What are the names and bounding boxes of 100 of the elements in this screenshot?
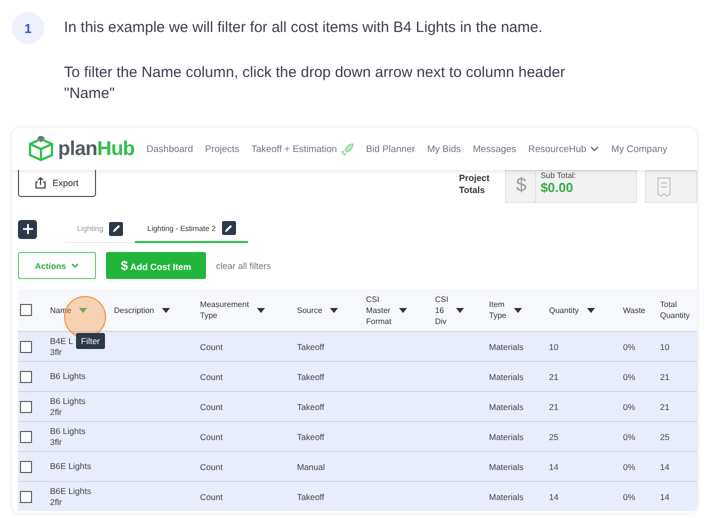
- filter-arrow-icon[interactable]: [514, 308, 522, 312]
- filter-arrow-icon[interactable]: [256, 308, 265, 312]
- filter-arrow-icon[interactable]: [330, 308, 338, 312]
- edit-button[interactable]: [222, 221, 236, 235]
- table-cell-text: Materials: [489, 402, 524, 412]
- nav-link[interactable]: My Bids: [427, 144, 461, 154]
- filter-arrow-icon[interactable]: [456, 308, 464, 312]
- table-cell-text: 0%: [623, 492, 636, 502]
- row-checkbox[interactable]: [20, 400, 32, 412]
- column-header: Waste: [623, 304, 646, 316]
- table-cell: B6E Lights: [50, 461, 92, 472]
- table-row[interactable]: B6E Lights 2flr Count Takeoff Materials 14 0% 14: [18, 481, 697, 511]
- dollar-sign: $: [516, 174, 527, 198]
- column-header: CSI Master Format: [366, 294, 392, 326]
- table-cell-text: Takeoff: [297, 342, 326, 352]
- add-tab-button[interactable]: [18, 220, 37, 238]
- clear-filters-link[interactable]: clear all filters: [216, 260, 272, 270]
- select-all-checkbox[interactable]: [20, 304, 32, 316]
- plus-icon: [22, 224, 32, 234]
- table-cell-text: 14: [549, 492, 560, 502]
- table-cell-text: 14: [660, 462, 670, 472]
- table-cell-text: Materials: [489, 432, 524, 442]
- table-cell-text: Manual: [297, 462, 326, 472]
- table-cell-text: 0%: [623, 372, 636, 382]
- pencil-icon: [112, 224, 121, 233]
- table-row[interactable]: B6 Lights Count Takeoff Materials 21 0% 21: [18, 361, 697, 391]
- table-cell-text: 0%: [623, 402, 636, 412]
- add-cost-item-button[interactable]: $ Add Cost Item: [106, 252, 206, 279]
- table-cell-text: 25: [660, 432, 670, 442]
- nav-link[interactable]: Dashboard: [146, 144, 193, 154]
- table-row[interactable]: B6 Lights 3flr Count Takeoff Materials 25 0% 25: [18, 421, 697, 451]
- table-cell-text: Materials: [489, 492, 524, 502]
- filter-arrow-icon[interactable]: [162, 308, 170, 312]
- nav-link[interactable]: Takeoff + Estimation: [251, 142, 354, 156]
- table-cell-text: 0%: [623, 432, 636, 442]
- table-cell: B6 Lights: [50, 371, 86, 382]
- filter-arrow-icon[interactable]: [586, 308, 595, 312]
- pencil-icon: [224, 224, 234, 232]
- nav-link[interactable]: My Company: [611, 144, 668, 154]
- nav-link[interactable]: Messages: [472, 144, 516, 154]
- table-cell-text: Takeoff: [297, 432, 326, 442]
- table-cell: B4E L 3flr: [50, 336, 74, 358]
- logo-text: planHub: [58, 138, 135, 160]
- row-checkbox[interactable]: [20, 370, 32, 382]
- table-cell-text: Count: [200, 372, 224, 382]
- table-cell-text: 0%: [623, 342, 636, 352]
- table-cell: B6 Lights 2flr: [50, 396, 86, 418]
- table-cell-text: Materials: [489, 342, 524, 352]
- table-cell-text: Takeoff: [297, 492, 326, 502]
- table-cell-text: Count: [200, 402, 224, 412]
- table-cell-text: Materials: [489, 372, 524, 382]
- column-header: Source: [297, 304, 322, 316]
- instruction-text: To filter the Name column, click the drop down arrow next to column header "Name": [64, 63, 566, 104]
- column-header: Measurement Type: [200, 299, 249, 321]
- table-cell-text: Count: [200, 342, 224, 352]
- column-header: Description: [114, 304, 154, 316]
- filter-arrow-icon[interactable]: [399, 308, 408, 312]
- sub-total-value: $0.00: [540, 180, 574, 195]
- table-cell-text: Count: [200, 462, 224, 472]
- table-cell-text: 21: [549, 372, 560, 382]
- table-cell-text: 21: [549, 402, 560, 412]
- rocket-icon: [340, 142, 354, 156]
- row-checkbox[interactable]: [20, 340, 32, 352]
- cube-logo-icon: [26, 136, 56, 162]
- share-icon: [35, 177, 46, 189]
- table-cell-text: Count: [200, 432, 224, 442]
- column-header: CSI 16 Div: [435, 294, 448, 326]
- table-row[interactable]: B6 Lights 2flr Count Takeoff Materials 21 0% 21: [18, 391, 697, 421]
- row-checkbox[interactable]: [20, 490, 32, 502]
- export-button[interactable]: Export: [18, 170, 96, 197]
- row-checkbox[interactable]: [20, 430, 32, 442]
- nav-link[interactable]: Projects: [205, 144, 240, 154]
- table-cell: B6E Lights 2flr: [50, 486, 92, 508]
- table-cell-text: 14: [549, 462, 560, 472]
- nav-link[interactable]: ResourceHub: [528, 144, 600, 154]
- table-cell-text: Count: [200, 492, 224, 502]
- chevron-down-icon: [590, 146, 600, 152]
- column-header: Item Type: [489, 299, 506, 321]
- table-cell-text: 21: [660, 372, 670, 382]
- step-number: 1: [12, 12, 44, 44]
- nav-link[interactable]: Bid Planner: [366, 144, 416, 154]
- table-cell-text: 21: [660, 402, 670, 412]
- table-cell-text: Takeoff: [297, 372, 326, 382]
- column-header: Quantity: [549, 304, 579, 316]
- table-cell-text: 25: [549, 432, 560, 442]
- table-cell-text: 0%: [623, 462, 636, 472]
- tooltip: Filter: [76, 332, 105, 348]
- row-checkbox[interactable]: [20, 460, 32, 472]
- table-cell-text: 10: [549, 342, 560, 352]
- chevron-down-icon: [71, 263, 80, 268]
- actions-dropdown[interactable]: Actions: [18, 252, 96, 279]
- table-cell-text: 10: [660, 342, 670, 352]
- sub-total-label: Sub Total:: [540, 171, 576, 180]
- edit-button[interactable]: [109, 222, 124, 236]
- table-cell: B6 Lights 3flr: [50, 426, 86, 448]
- table-cell-text: Takeoff: [297, 402, 326, 412]
- table-row[interactable]: B6E Lights Count Manual Materials 14 0% 14: [18, 451, 697, 481]
- instruction-text: In this example we will filter for all cost items with B4 Lights in the name.: [64, 18, 544, 38]
- table-cell-text: 14: [660, 492, 670, 502]
- table-cell-text: Materials: [489, 462, 524, 472]
